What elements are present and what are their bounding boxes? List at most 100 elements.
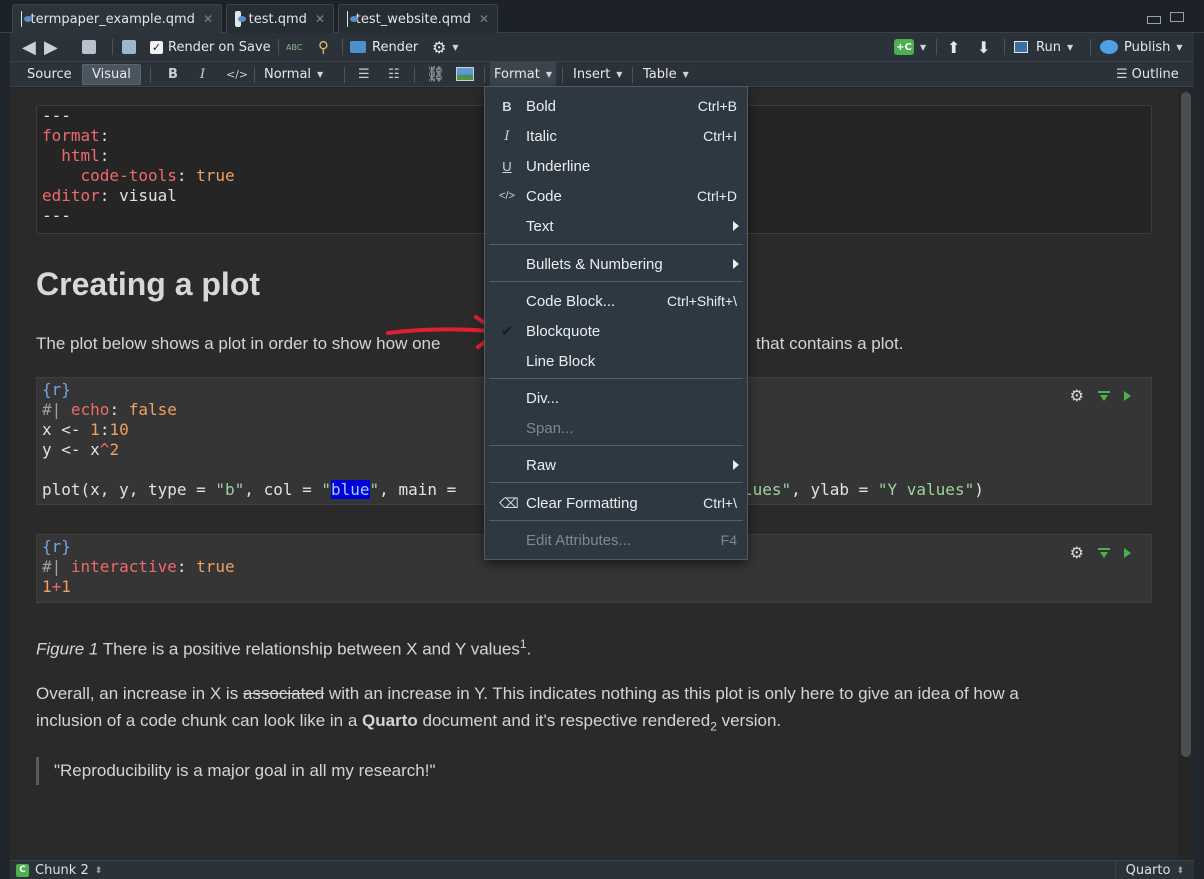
paragraph-body-line1: Overall, an increase in X is associated … bbox=[36, 684, 1019, 703]
menu-item-bold[interactable]: B Bold Ctrl+B bbox=[485, 92, 747, 120]
document-type-selector[interactable]: Quarto ⬍ bbox=[1114, 861, 1194, 879]
menu-item-code[interactable]: </> Code Ctrl+D bbox=[485, 182, 747, 210]
gear-icon[interactable]: ⚙ ▼ bbox=[432, 33, 459, 61]
close-icon[interactable]: ✕ bbox=[315, 12, 325, 26]
image-icon[interactable] bbox=[456, 62, 474, 86]
render-on-save-checkbox[interactable]: ✓ Render on Save bbox=[150, 33, 271, 61]
tab-label: termpaper_example.qmd bbox=[30, 11, 195, 27]
insert-chunk-button[interactable]: +C ▼ bbox=[894, 33, 926, 61]
menu-item-raw[interactable]: Raw bbox=[485, 451, 747, 479]
code-line-tail: lues", ylab = "Y values") bbox=[743, 480, 984, 499]
render-icon bbox=[350, 41, 366, 53]
source-mode-button[interactable]: Source bbox=[18, 62, 81, 86]
close-icon[interactable]: ✕ bbox=[203, 12, 213, 26]
tab-test-website[interactable]: test_website.qmd ✕ bbox=[338, 4, 498, 33]
menu-item-text[interactable]: Text bbox=[485, 212, 747, 240]
spellcheck-icon[interactable]: ABC bbox=[286, 33, 302, 61]
menu-item-clear-formatting[interactable]: ⌫ Clear Formatting Ctrl+\ bbox=[485, 489, 747, 517]
yaml-line: html: bbox=[61, 146, 110, 165]
menu-item-underline[interactable]: U Underline bbox=[485, 152, 747, 180]
visual-mode-button[interactable]: Visual bbox=[82, 62, 141, 86]
chunk-options-gear-icon[interactable]: ⚙ bbox=[1070, 543, 1084, 562]
numbered-list-icon[interactable]: ☷ bbox=[388, 62, 400, 86]
show-in-window-icon[interactable] bbox=[82, 33, 96, 61]
code-line: #| echo: false bbox=[42, 400, 177, 419]
chunk-icon: C bbox=[16, 864, 29, 877]
yaml-line: editor: visual bbox=[42, 186, 177, 205]
italic-icon[interactable]: I bbox=[200, 62, 205, 86]
blockquote: "Reproducibility is a major goal in all … bbox=[36, 757, 436, 785]
render-button[interactable]: Render bbox=[350, 33, 418, 61]
quarto-file-icon bbox=[235, 11, 246, 27]
status-bar: C Chunk 2 ⬍ Quarto ⬍ bbox=[10, 860, 1194, 879]
chunk-up-icon[interactable]: ⬆ bbox=[947, 33, 960, 61]
format-menu-button[interactable]: Format ▼ bbox=[490, 62, 556, 86]
quarto-file-icon bbox=[347, 11, 356, 27]
menu-item-line-block[interactable]: Line Block bbox=[485, 347, 747, 375]
run-button[interactable]: Run ▼ bbox=[1014, 33, 1073, 61]
maximize-pane-icon[interactable] bbox=[1170, 12, 1184, 22]
bullet-list-icon[interactable]: ☰ bbox=[358, 62, 370, 86]
updown-caret-icon: ⬍ bbox=[1176, 865, 1184, 876]
chunk-navigator[interactable]: C Chunk 2 ⬍ bbox=[16, 863, 102, 878]
run-above-icon[interactable] bbox=[1098, 547, 1110, 559]
paragraph-body-line2: inclusion of a code chunk can look like … bbox=[36, 711, 782, 734]
code-line: y <- x^2 bbox=[42, 440, 120, 459]
tab-termpaper-example[interactable]: termpaper_example.qmd ✕ bbox=[12, 4, 222, 33]
format-dropdown-menu: B Bold Ctrl+B I Italic Ctrl+I U Underlin… bbox=[484, 86, 748, 560]
back-arrow-icon[interactable]: ◀ bbox=[22, 33, 36, 61]
save-icon[interactable] bbox=[122, 33, 136, 61]
menu-item-div[interactable]: Div... bbox=[485, 384, 747, 412]
chunk-down-icon[interactable]: ⬇ bbox=[977, 33, 990, 61]
outline-button[interactable]: ☰ Outline bbox=[1116, 62, 1179, 86]
yaml-line: --- bbox=[42, 106, 71, 125]
editor-toolbar: ◀ ▶ ✓ Render on Save ABC ⚲ Render ⚙ ▼ +C … bbox=[10, 33, 1194, 61]
forward-arrow-icon[interactable]: ▶ bbox=[44, 33, 58, 61]
block-format-select[interactable]: Normal ▼ bbox=[264, 62, 323, 86]
tab-test[interactable]: test.qmd ✕ bbox=[226, 4, 334, 33]
selected-text: blue bbox=[331, 480, 370, 499]
publish-icon bbox=[1100, 40, 1118, 54]
link-icon[interactable]: ⛓ bbox=[426, 62, 445, 86]
chunk-header: {r} bbox=[42, 537, 71, 556]
chunk-toolbar: ⚙ bbox=[1070, 386, 1131, 405]
tab-bar: termpaper_example.qmd ✕ test.qmd ✕ test_… bbox=[0, 0, 1204, 33]
paragraph-intro-end: that contains a plot. bbox=[756, 334, 904, 353]
search-icon[interactable]: ⚲ bbox=[318, 33, 329, 61]
code-icon[interactable]: </> bbox=[226, 62, 248, 86]
insert-menu-button[interactable]: Insert ▼ bbox=[573, 62, 622, 86]
run-chunk-icon[interactable] bbox=[1124, 390, 1131, 401]
menu-item-code-block[interactable]: Code Block... Ctrl+Shift+\ bbox=[485, 287, 747, 315]
section-heading: Creating a plot bbox=[36, 266, 261, 302]
visual-editor-toolbar: Source Visual B I </> Normal ▼ ☰ ☷ ⛓ Form… bbox=[10, 61, 1194, 87]
outline-icon: ☰ bbox=[1116, 66, 1128, 82]
menu-item-blockquote[interactable]: ✔ Blockquote bbox=[485, 317, 747, 345]
close-icon[interactable]: ✕ bbox=[479, 12, 489, 26]
bold-icon[interactable]: B bbox=[168, 62, 178, 86]
publish-button[interactable]: Publish ▼ bbox=[1100, 33, 1183, 61]
code-icon: </> bbox=[499, 190, 515, 202]
yaml-line: code-tools: true bbox=[80, 166, 235, 185]
menu-item-italic[interactable]: I Italic Ctrl+I bbox=[485, 122, 747, 150]
tab-label: test_website.qmd bbox=[355, 11, 471, 27]
table-menu-button[interactable]: Table ▼ bbox=[643, 62, 689, 86]
menu-item-bullets-numbering[interactable]: Bullets & Numbering bbox=[485, 250, 747, 278]
bold-icon: B bbox=[502, 98, 512, 114]
vertical-scrollbar[interactable] bbox=[1178, 88, 1194, 860]
chunk-header: {r} bbox=[42, 380, 71, 399]
updown-caret-icon: ⬍ bbox=[94, 865, 103, 876]
render-on-save-label: Render on Save bbox=[168, 39, 271, 55]
minimize-pane-icon[interactable] bbox=[1147, 16, 1161, 24]
submenu-arrow-icon bbox=[733, 460, 739, 470]
scrollbar-thumb[interactable] bbox=[1181, 92, 1191, 757]
code-line: plot(x, y, type = "b", col = "blue", mai… bbox=[42, 480, 466, 499]
chunk-options-gear-icon[interactable]: ⚙ bbox=[1070, 386, 1084, 405]
chunk-toolbar: ⚙ bbox=[1070, 543, 1131, 562]
run-chunk-icon[interactable] bbox=[1124, 547, 1131, 558]
tab-label: test.qmd bbox=[248, 11, 307, 27]
code-line: 1+1 bbox=[42, 577, 71, 596]
submenu-arrow-icon bbox=[733, 259, 739, 269]
underline-icon: U bbox=[502, 158, 512, 174]
run-above-icon[interactable] bbox=[1098, 390, 1110, 402]
run-icon bbox=[1014, 41, 1028, 53]
